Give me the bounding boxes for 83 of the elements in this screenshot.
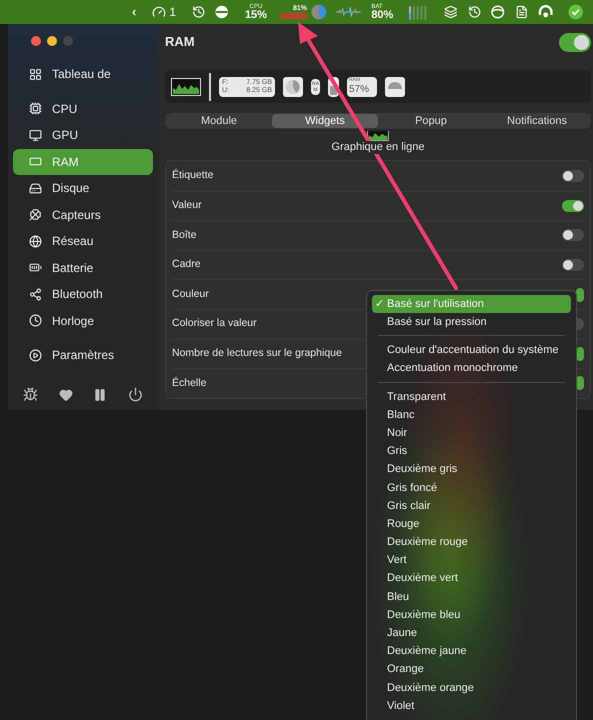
menu-item[interactable]: Jaune xyxy=(372,624,571,642)
sidebar-item[interactable]: GPU xyxy=(13,122,153,148)
speedometer-icon[interactable] xyxy=(152,5,166,19)
sidebar-item[interactable]: CPU xyxy=(13,96,153,122)
heart-icon[interactable] xyxy=(58,388,73,402)
menu-item[interactable]: Transparent xyxy=(372,388,571,406)
mini-value: 57% xyxy=(349,84,370,94)
count-text: 1 xyxy=(169,4,176,21)
line-chart-preview xyxy=(367,131,389,141)
menu-item[interactable]: Gris clair xyxy=(372,496,571,516)
menu-item[interactable]: Couleur d'accentuation du système xyxy=(372,341,571,360)
nodes-icon xyxy=(29,288,42,301)
play-icon xyxy=(29,348,42,362)
select-stepper[interactable] xyxy=(576,288,584,302)
setting-label: Coloriser la valeur xyxy=(172,316,257,332)
menu-item[interactable]: Deuxième bleu xyxy=(372,606,571,624)
setting-toggle[interactable] xyxy=(562,170,584,182)
layers-icon[interactable] xyxy=(444,5,458,19)
notes-icon[interactable] xyxy=(514,5,528,19)
minimize-button[interactable] xyxy=(47,36,57,46)
menu-item[interactable]: Rouge xyxy=(372,515,571,534)
setting-label: Boîte xyxy=(172,228,197,243)
setting-toggle[interactable] xyxy=(562,200,584,212)
tab[interactable]: Module xyxy=(166,114,272,128)
setting-toggle[interactable] xyxy=(562,259,584,272)
menu-item[interactable]: Orange xyxy=(372,660,571,679)
grid-icon xyxy=(29,68,42,81)
clock-icon xyxy=(29,314,42,328)
menu-item[interactable]: Basé sur la pression xyxy=(372,313,571,332)
setting-label: Nombre de lectures sur le graphique xyxy=(172,346,342,361)
sidebar-item[interactable]: Disque xyxy=(13,175,153,202)
menu-item[interactable]: Violet xyxy=(372,696,571,716)
menu-item[interactable]: Deuxième gris xyxy=(372,460,571,479)
pause-icon[interactable] xyxy=(93,388,108,402)
module-toggle[interactable] xyxy=(559,32,591,52)
chip-icon xyxy=(29,102,42,116)
sidebar-item[interactable]: Tableau de xyxy=(13,61,153,88)
bug-icon[interactable] xyxy=(23,387,38,402)
clock-icon[interactable] xyxy=(192,5,206,19)
monitor-icon xyxy=(29,128,42,142)
setting-label: Étiquette xyxy=(172,168,214,183)
close-button[interactable] xyxy=(31,36,41,46)
menu-item[interactable]: Blanc xyxy=(372,406,571,424)
drive-icon xyxy=(29,182,42,195)
page-title: RAM xyxy=(165,33,195,52)
back-arrow[interactable]: ‹ xyxy=(132,2,136,22)
setting-label: Valeur xyxy=(172,198,202,214)
sidebar-item[interactable]: Réseau xyxy=(13,228,153,254)
check-icon[interactable] xyxy=(568,4,584,20)
clover-icon xyxy=(29,208,42,222)
menu-item[interactable]: Deuxième vert xyxy=(372,570,571,588)
setting-toggle[interactable] xyxy=(562,229,584,242)
tab[interactable]: Popup xyxy=(378,114,484,128)
menu-item[interactable]: Noir xyxy=(372,424,571,442)
widget-divider xyxy=(209,72,211,100)
setting-label: Échelle xyxy=(172,376,206,391)
menu-item[interactable]: Deuxième orange xyxy=(372,678,571,697)
menu-item[interactable]: Vert xyxy=(372,551,571,570)
menu-item[interactable]: Deuxième rouge xyxy=(372,533,571,552)
menu-item[interactable]: Gris foncé xyxy=(372,478,571,497)
sidebar-item[interactable]: Paramètres xyxy=(13,342,153,368)
line-chart-widget xyxy=(171,78,201,96)
sidebar-item[interactable]: Bluetooth xyxy=(13,281,153,308)
preview-label: Graphique en ligne xyxy=(330,141,426,154)
history-icon[interactable] xyxy=(468,5,482,19)
gauge-widget[interactable] xyxy=(385,76,405,96)
power-icon[interactable] xyxy=(128,387,143,402)
sidebar-item[interactable]: Capteurs xyxy=(13,202,153,228)
rectangle-icon xyxy=(29,155,42,168)
setting-label: Cadre xyxy=(172,257,201,272)
battery-icon xyxy=(29,261,42,274)
circle-icon[interactable] xyxy=(491,5,505,19)
globe-icon xyxy=(29,234,42,248)
pie-widget[interactable] xyxy=(283,76,303,96)
tab[interactable]: Widgets xyxy=(272,114,378,128)
menu-item[interactable]: Deuxième jaune xyxy=(372,642,571,661)
menu-item[interactable]: Gris xyxy=(372,442,571,460)
sidebar-item[interactable]: Batterie xyxy=(13,254,153,281)
setting-label: Couleur xyxy=(172,286,209,302)
menu-item[interactable]: Bleu xyxy=(372,588,571,606)
menu-item[interactable]: Accentuation monochrome xyxy=(372,360,571,378)
tab[interactable]: Notifications xyxy=(484,114,590,128)
sidebar-item[interactable]: Horloge xyxy=(13,308,153,334)
